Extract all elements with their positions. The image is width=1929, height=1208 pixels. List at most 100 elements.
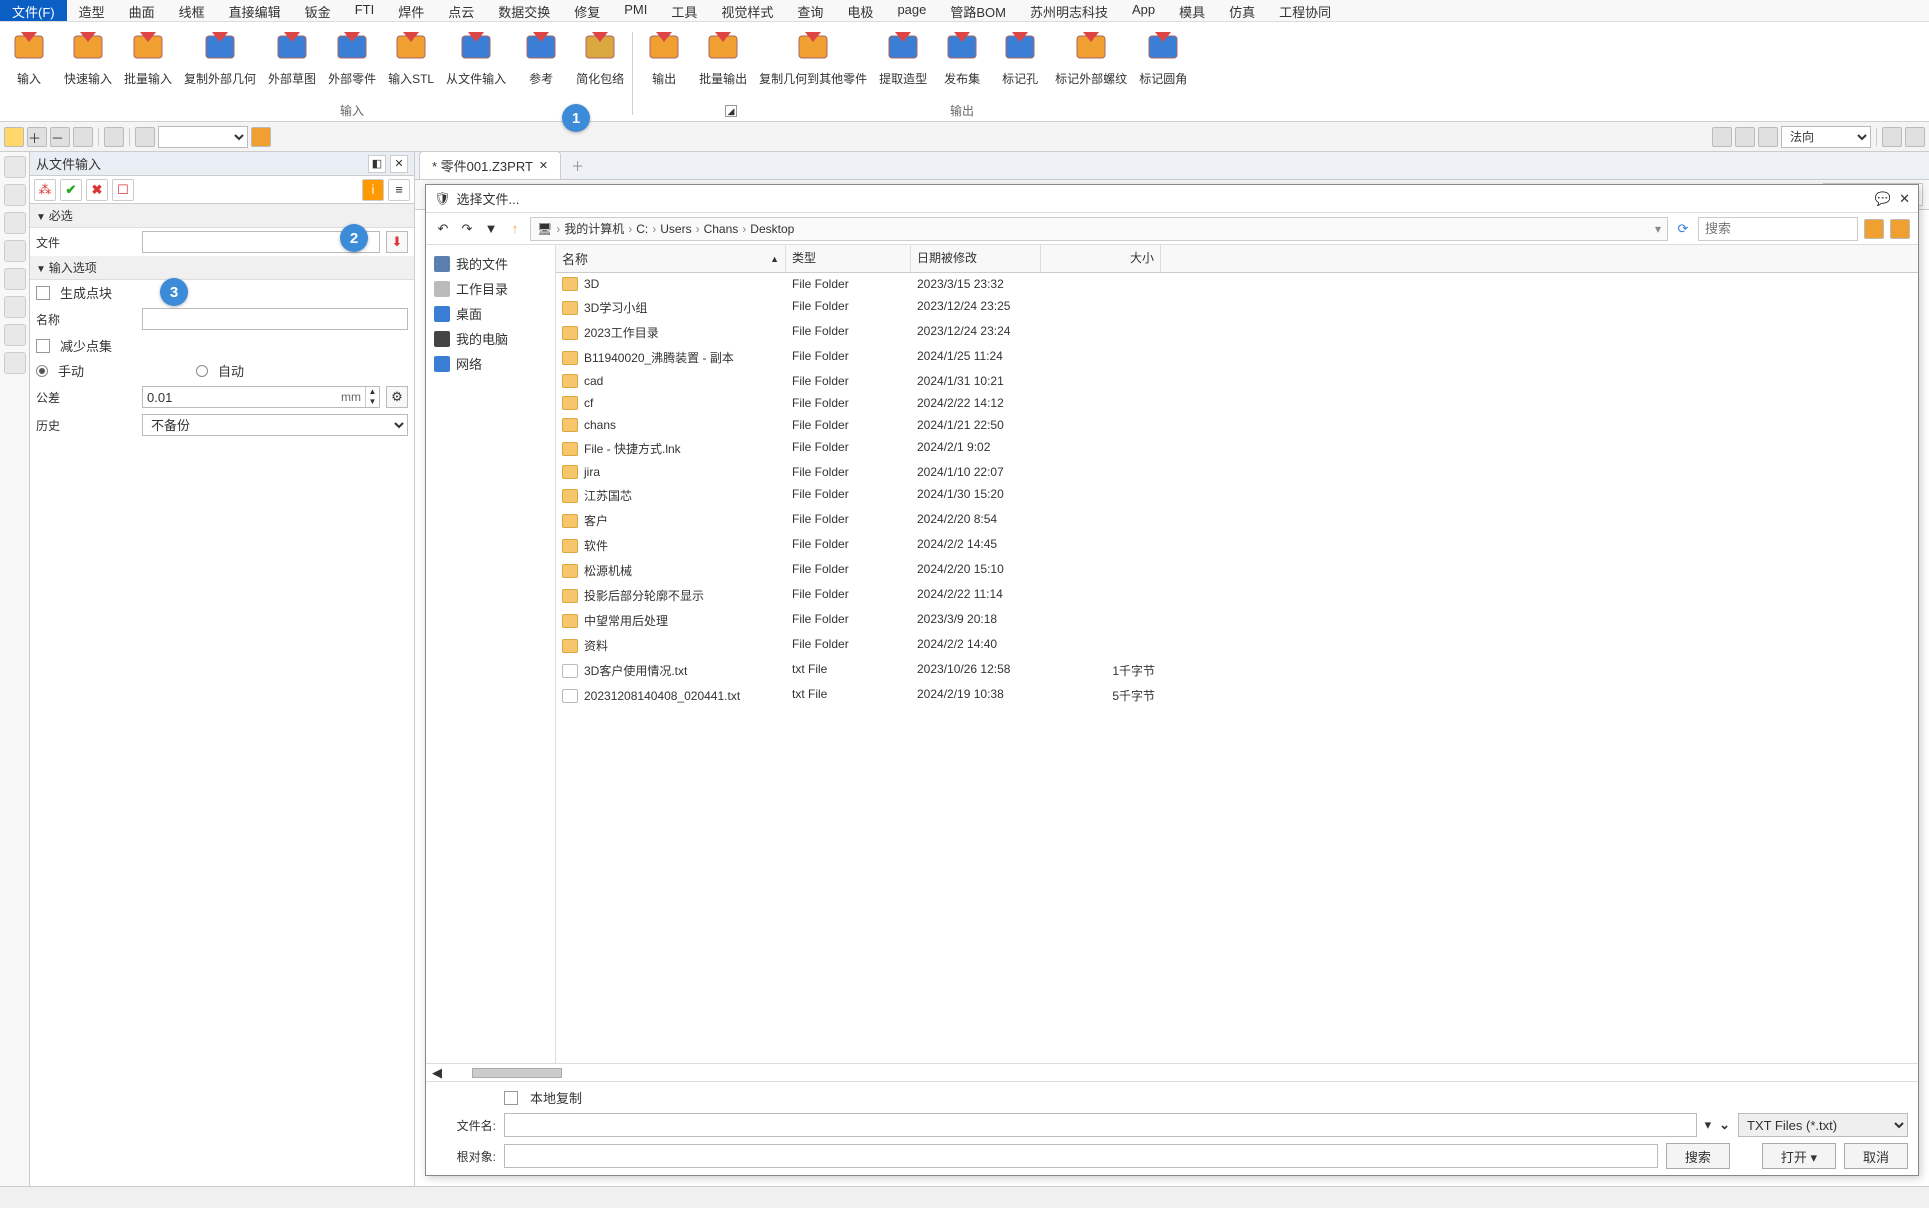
ribbon-button[interactable]: 标记孔 <box>991 26 1049 121</box>
reduce-points-checkbox[interactable] <box>36 339 50 353</box>
toolbar-cube-icon[interactable] <box>135 127 155 147</box>
ribbon-group-launcher-icon[interactable]: ◢ <box>725 105 737 117</box>
panel-ok-icon[interactable]: ✔ <box>60 179 82 201</box>
sidebar-item[interactable]: 我的电脑 <box>432 326 549 351</box>
ribbon-button[interactable]: 输入STL <box>382 26 440 121</box>
file-row[interactable]: 20231208140408_020441.txttxt File2024/2/… <box>556 683 1918 708</box>
crumb-item[interactable]: C: <box>636 222 648 236</box>
col-type[interactable]: 类型 <box>786 245 911 272</box>
document-tab[interactable]: * 零件001.Z3PRT ✕ <box>419 151 561 179</box>
chevron-down-icon[interactable]: ▾ <box>1705 1117 1712 1133</box>
file-row[interactable]: 3D客户使用情况.txttxt File2023/10/26 12:581千字节 <box>556 658 1918 683</box>
file-row[interactable]: 投影后部分轮廓不显示File Folder2024/2/22 11:14 <box>556 583 1918 608</box>
ribbon-button[interactable]: 标记外部螺纹 <box>1049 26 1133 121</box>
panel-cancel-icon[interactable]: ✖ <box>86 179 108 201</box>
menu-item[interactable]: 线框 <box>167 0 217 21</box>
file-row[interactable]: 3DFile Folder2023/3/15 23:32 <box>556 273 1918 295</box>
leftbar-icon-4[interactable] <box>4 240 26 262</box>
col-size[interactable]: 大小 <box>1041 245 1161 272</box>
menu-item[interactable]: 管路BOM <box>938 0 1018 21</box>
menu-item[interactable]: 修复 <box>562 0 612 21</box>
panel-undock-icon[interactable]: ◧ <box>368 155 386 173</box>
toolbar-icon[interactable] <box>1882 127 1902 147</box>
menu-item[interactable]: 数据交换 <box>486 0 562 21</box>
menu-item[interactable]: 直接编辑 <box>217 0 293 21</box>
file-row[interactable]: jiraFile Folder2024/1/10 22:07 <box>556 461 1918 483</box>
crumb-item[interactable]: Chans <box>704 222 739 236</box>
tolerance-extra-button[interactable]: ⚙ <box>386 386 408 408</box>
file-row[interactable]: 松源机械File Folder2024/2/20 15:10 <box>556 558 1918 583</box>
panel-info-icon[interactable]: i <box>362 179 384 201</box>
nav-up-icon[interactable]: ↑ <box>506 220 524 238</box>
toolbar-select-icon[interactable] <box>4 127 24 147</box>
crumb-item[interactable]: Users <box>660 222 691 236</box>
file-row[interactable]: cfFile Folder2024/2/22 14:12 <box>556 392 1918 414</box>
search-input[interactable] <box>1698 217 1858 241</box>
section-options[interactable]: 输入选项 <box>30 256 414 280</box>
filename-input[interactable] <box>504 1113 1697 1137</box>
menu-item[interactable]: 造型 <box>67 0 117 21</box>
gen-points-checkbox[interactable] <box>36 286 50 300</box>
ribbon-button[interactable]: 提取造型 <box>873 26 933 121</box>
menu-item[interactable]: 查询 <box>785 0 835 21</box>
auto-radio[interactable] <box>196 365 208 377</box>
ribbon-button[interactable]: 输入 <box>0 26 58 121</box>
nav-fwd-icon[interactable]: ↷ <box>458 220 476 238</box>
local-copy-checkbox[interactable] <box>504 1091 518 1105</box>
search-button[interactable]: 搜索 <box>1666 1143 1730 1169</box>
file-row[interactable]: 客户File Folder2024/2/20 8:54 <box>556 508 1918 533</box>
file-row[interactable]: 资料File Folder2024/2/2 14:40 <box>556 633 1918 658</box>
menu-item[interactable]: FTI <box>343 0 387 21</box>
menu-item[interactable]: 曲面 <box>117 0 167 21</box>
expand-icon[interactable]: ⌄ <box>1719 1117 1730 1133</box>
sidebar-item[interactable]: 我的文件 <box>432 251 549 276</box>
ribbon-button[interactable]: 外部草图 <box>262 26 322 121</box>
tab-close-icon[interactable]: ✕ <box>539 159 548 172</box>
leftbar-icon-7[interactable] <box>4 324 26 346</box>
menu-item[interactable]: 苏州明志科技 <box>1018 0 1120 21</box>
menu-item[interactable]: 电极 <box>835 0 885 21</box>
h-scrollbar[interactable]: ◀ <box>426 1063 1918 1081</box>
file-row[interactable]: B11940020_沸腾装置 - 副本File Folder2024/1/25 … <box>556 345 1918 370</box>
leftbar-icon-3[interactable] <box>4 212 26 234</box>
toolbar-icon[interactable] <box>1758 127 1778 147</box>
crumb-item[interactable]: 我的计算机 <box>564 220 624 237</box>
sidebar-item[interactable]: 桌面 <box>432 301 549 326</box>
open-button[interactable]: 打开 ▾ <box>1762 1143 1836 1169</box>
cancel-button[interactable]: 取消 <box>1844 1143 1908 1169</box>
panel-reset-icon[interactable]: ☐ <box>112 179 134 201</box>
file-row[interactable]: 软件File Folder2024/2/2 14:45 <box>556 533 1918 558</box>
leftbar-icon-8[interactable] <box>4 352 26 374</box>
ribbon-button[interactable]: 输出 <box>635 26 693 121</box>
toolbar-color-icon[interactable] <box>251 127 271 147</box>
toolbar-minus-icon[interactable]: － <box>50 127 70 147</box>
crumb-item[interactable]: Desktop <box>750 222 794 236</box>
spinner-down-icon[interactable]: ▼ <box>365 397 379 407</box>
menu-item[interactable]: 焊件 <box>386 0 436 21</box>
toolbar-plus-icon[interactable]: ＋ <box>27 127 47 147</box>
menu-item[interactable]: PMI <box>612 0 659 21</box>
file-row[interactable]: 3D学习小组File Folder2023/12/24 23:25 <box>556 295 1918 320</box>
menu-item[interactable]: App <box>1120 0 1167 21</box>
nav-back-icon[interactable]: ↶ <box>434 220 452 238</box>
ribbon-button[interactable]: 参考 <box>512 26 570 121</box>
toolbar-icon[interactable] <box>1735 127 1755 147</box>
ribbon-button[interactable]: 快速输入 <box>58 26 118 121</box>
col-name[interactable]: 名称▲ <box>556 245 786 272</box>
menu-item[interactable]: 工程协同 <box>1267 0 1343 21</box>
toolbar-icon[interactable] <box>1905 127 1925 147</box>
menu-item[interactable]: 文件(F) <box>0 0 67 21</box>
dialog-help-icon[interactable]: 💬 <box>1875 191 1891 207</box>
leftbar-icon-5[interactable] <box>4 268 26 290</box>
file-row[interactable]: 中望常用后处理File Folder2023/3/9 20:18 <box>556 608 1918 633</box>
file-row[interactable]: cadFile Folder2024/1/31 10:21 <box>556 370 1918 392</box>
ribbon-button[interactable]: 从文件输入 <box>440 26 512 121</box>
ribbon-button[interactable]: 复制外部几何 <box>178 26 262 121</box>
toolbar-icon[interactable] <box>1712 127 1732 147</box>
leftbar-icon-2[interactable] <box>4 184 26 206</box>
ribbon-button[interactable]: 复制几何到其他零件 <box>753 26 873 121</box>
panel-close-icon[interactable]: ✕ <box>390 155 408 173</box>
chevron-down-icon[interactable]: ▾ <box>1655 222 1661 236</box>
menu-item[interactable]: 钣金 <box>293 0 343 21</box>
file-browse-button[interactable]: ⬇ <box>386 231 408 253</box>
